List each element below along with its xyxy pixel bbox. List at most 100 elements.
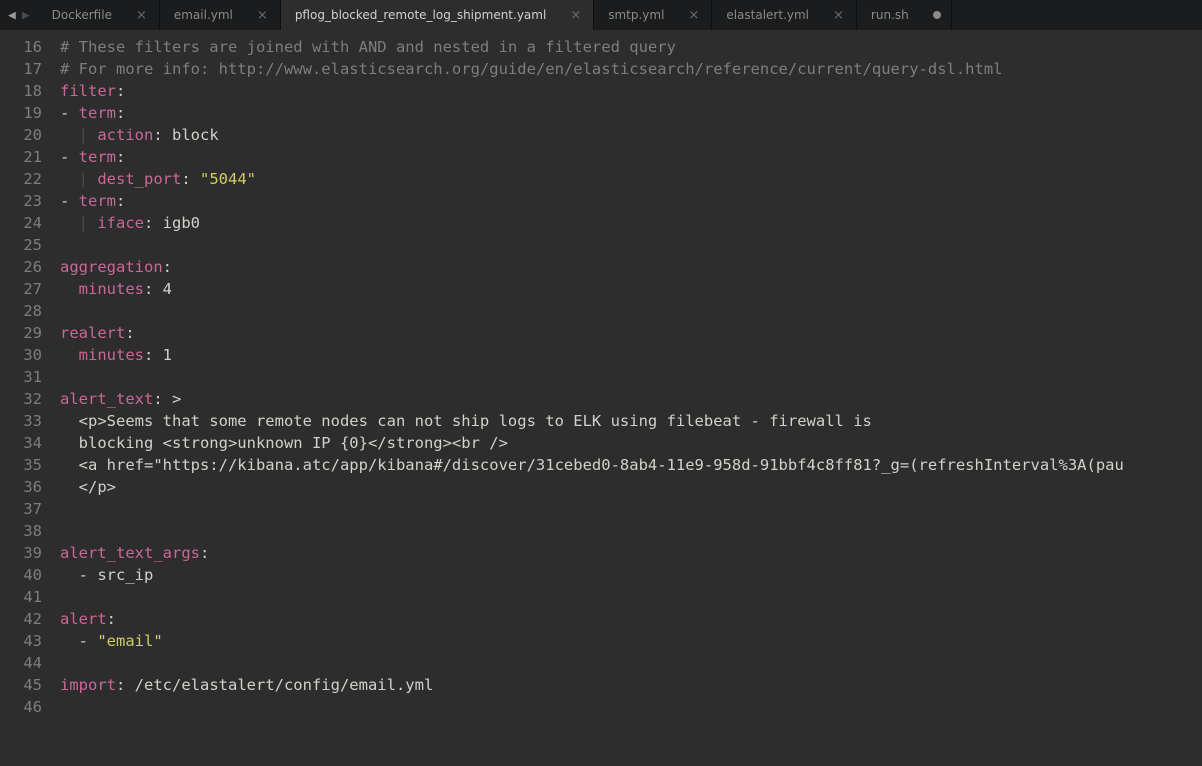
tab-label: smtp.yml	[608, 8, 664, 22]
token-key: minutes	[79, 280, 144, 298]
token-val: >	[172, 390, 181, 408]
token-punct: :	[144, 214, 163, 232]
tab-label: elastalert.yml	[726, 8, 809, 22]
token-key: alert	[60, 610, 107, 628]
tab-dockerfile[interactable]: Dockerfile×	[38, 0, 160, 30]
token-guide: |	[60, 170, 97, 188]
token-punct: :	[163, 258, 172, 276]
token-punct: :	[116, 104, 125, 122]
line-number: 43	[0, 630, 42, 652]
tab-pflog-blocked-remote-log-shipment-yaml[interactable]: pflog_blocked_remote_log_shipment.yaml×	[281, 0, 594, 30]
code-line[interactable]: - term:	[60, 102, 1202, 124]
code-line[interactable]: | action: block	[60, 124, 1202, 146]
code-line[interactable]: - term:	[60, 146, 1202, 168]
token-key: filter	[60, 82, 116, 100]
code-line[interactable]	[60, 498, 1202, 520]
token-punct: :	[116, 676, 135, 694]
token-punct: :	[153, 390, 172, 408]
tab-email-yml[interactable]: email.yml×	[160, 0, 281, 30]
code-line[interactable]: <a href="https://kibana.atc/app/kibana#/…	[60, 454, 1202, 476]
token-punct: :	[153, 126, 172, 144]
line-number: 18	[0, 80, 42, 102]
code-line[interactable]	[60, 366, 1202, 388]
code-line[interactable]	[60, 652, 1202, 674]
line-number: 19	[0, 102, 42, 124]
code-line[interactable]: blocking <strong>unknown IP {0}</strong>…	[60, 432, 1202, 454]
token-guide	[60, 346, 79, 364]
line-number: 34	[0, 432, 42, 454]
token-guide: |	[60, 126, 97, 144]
nav-forward-icon[interactable]: ▶	[20, 8, 32, 23]
token-num: 4	[163, 280, 172, 298]
code-line[interactable]: </p>	[60, 476, 1202, 498]
token-key: alert_text_args	[60, 544, 200, 562]
close-icon[interactable]: ×	[568, 8, 583, 23]
tab-smtp-yml[interactable]: smtp.yml ×	[594, 0, 712, 30]
close-icon[interactable]: ×	[831, 8, 846, 23]
line-number: 16	[0, 36, 42, 58]
token-key: minutes	[79, 346, 144, 364]
token-comment: # For more info: http://www.elasticsearc…	[60, 60, 1003, 78]
line-number: 23	[0, 190, 42, 212]
line-number-gutter: 1617181920212223242526272829303132333435…	[0, 30, 52, 766]
token-val: /etc/elastalert/config/email.yml	[135, 676, 434, 694]
code-line[interactable]: - "email"	[60, 630, 1202, 652]
token-guide	[60, 566, 79, 584]
nav-back-icon[interactable]: ◀	[6, 8, 18, 23]
line-number: 37	[0, 498, 42, 520]
code-line[interactable]: | iface: igb0	[60, 212, 1202, 234]
code-line[interactable]: minutes: 4	[60, 278, 1202, 300]
editor: 1617181920212223242526272829303132333435…	[0, 30, 1202, 766]
close-icon[interactable]: ×	[686, 8, 701, 23]
code-line[interactable]	[60, 520, 1202, 542]
token-string: "5044"	[200, 170, 256, 188]
token-dash: -	[60, 192, 79, 210]
code-line[interactable]: minutes: 1	[60, 344, 1202, 366]
token-punct: :	[144, 346, 163, 364]
code-area[interactable]: # These filters are joined with AND and …	[52, 30, 1202, 766]
token-dash: -	[60, 104, 79, 122]
dirty-indicator-icon	[933, 11, 941, 19]
line-number: 25	[0, 234, 42, 256]
line-number: 33	[0, 410, 42, 432]
token-punct: :	[200, 544, 209, 562]
code-line[interactable]: # For more info: http://www.elasticsearc…	[60, 58, 1202, 80]
token-punct: :	[107, 610, 116, 628]
code-line[interactable]: aggregation:	[60, 256, 1202, 278]
code-line[interactable]	[60, 586, 1202, 608]
code-line[interactable]	[60, 234, 1202, 256]
code-line[interactable]: - src_ip	[60, 564, 1202, 586]
code-line[interactable]: realert:	[60, 322, 1202, 344]
token-key: term	[79, 192, 116, 210]
code-line[interactable]: # These filters are joined with AND and …	[60, 36, 1202, 58]
token-punct: :	[144, 280, 163, 298]
code-line[interactable]: alert_text: >	[60, 388, 1202, 410]
token-key: realert	[60, 324, 125, 342]
code-line[interactable]: <p>Seems that some remote nodes can not …	[60, 410, 1202, 432]
code-line[interactable]: filter:	[60, 80, 1202, 102]
code-line[interactable]: alert_text_args:	[60, 542, 1202, 564]
close-icon[interactable]: ×	[134, 8, 149, 23]
line-number: 26	[0, 256, 42, 278]
line-number: 32	[0, 388, 42, 410]
code-line[interactable]	[60, 696, 1202, 718]
line-number: 29	[0, 322, 42, 344]
close-icon[interactable]: ×	[255, 8, 270, 23]
token-punct: :	[181, 170, 200, 188]
code-line[interactable]: import: /etc/elastalert/config/email.yml	[60, 674, 1202, 696]
line-number: 30	[0, 344, 42, 366]
tab-elastalert-yml[interactable]: elastalert.yml ×	[712, 0, 857, 30]
token-punct: :	[116, 192, 125, 210]
code-line[interactable]: alert:	[60, 608, 1202, 630]
line-number: 36	[0, 476, 42, 498]
tab-run-sh[interactable]: run.sh	[857, 0, 952, 30]
line-number: 39	[0, 542, 42, 564]
code-line[interactable]: | dest_port: "5044"	[60, 168, 1202, 190]
line-number: 24	[0, 212, 42, 234]
code-line[interactable]	[60, 300, 1202, 322]
token-string: "email"	[97, 632, 162, 650]
code-line[interactable]: - term:	[60, 190, 1202, 212]
token-comment: # These filters are joined with AND and …	[60, 38, 676, 56]
line-number: 17	[0, 58, 42, 80]
token-key: alert_text	[60, 390, 153, 408]
